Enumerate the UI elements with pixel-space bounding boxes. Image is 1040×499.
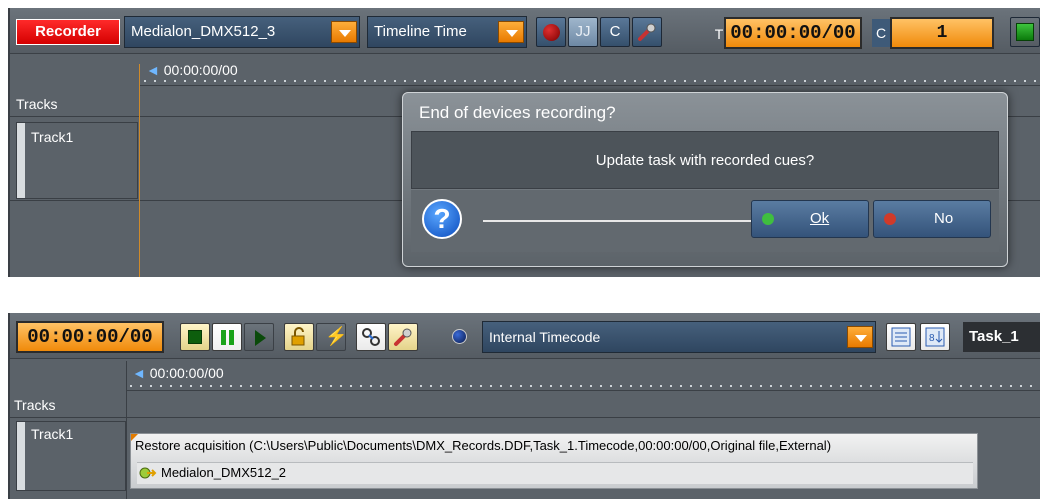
trigger-button[interactable]: ⚡: [316, 323, 348, 351]
end-recording-dialog: End of devices recording? Update task wi…: [402, 92, 1008, 267]
ruler-start-time: ◄ 00:00:00/00: [132, 365, 224, 381]
red-led-icon: [884, 213, 896, 225]
question-icon: ?: [422, 199, 462, 239]
record-button[interactable]: [536, 17, 566, 47]
green-led-icon: [762, 213, 774, 225]
recorder-badge: Recorder: [16, 19, 120, 45]
wrench-icon: [638, 23, 656, 41]
play-button[interactable]: [244, 323, 274, 351]
chevron-down-icon[interactable]: [847, 326, 873, 348]
task-clip[interactable]: Restore acquisition (C:\Users\Public\Doc…: [130, 433, 978, 489]
counter-display: 1: [890, 17, 994, 49]
record-icon: [543, 24, 560, 41]
dialog-divider: [483, 220, 751, 222]
stop-button[interactable]: [180, 323, 210, 351]
device-select[interactable]: Medialon_DMX512_3: [124, 16, 360, 48]
clip-device-row[interactable]: Medialon_DMX512_2: [137, 462, 973, 484]
timecode-source-value: Internal Timecode: [489, 329, 601, 345]
no-label: No: [934, 210, 954, 227]
ruler-ticks: [140, 78, 1040, 84]
connect-button[interactable]: [356, 323, 386, 351]
dmx-device-icon: [139, 467, 157, 479]
track-row[interactable]: Track1: [16, 122, 138, 199]
no-button[interactable]: No: [873, 200, 991, 238]
arrow-left-icon: ◄: [132, 365, 146, 381]
play-icon: [255, 330, 266, 346]
track-handle[interactable]: [17, 422, 25, 490]
wrench-icon: [394, 328, 412, 346]
sort-button[interactable]: 8: [920, 323, 950, 351]
timeline-ruler[interactable]: ◄ 00:00:00/00: [126, 361, 1040, 391]
list-icon: [891, 327, 911, 347]
tracks-header: Tracks: [14, 397, 56, 413]
settings-button[interactable]: [632, 17, 662, 47]
stop-icon: [188, 330, 202, 344]
track-row[interactable]: Track1: [16, 421, 126, 491]
timecode-source-icon: [452, 329, 467, 344]
dialog-title: End of devices recording?: [419, 103, 616, 122]
lightning-icon: ⚡: [325, 326, 348, 346]
task-toolbar: 00:00:00/00 ⚡ Internal Timecode 8 Task_1: [10, 313, 1040, 359]
green-square-icon: [1016, 23, 1034, 41]
ruler-time-label: 00:00:00/00: [149, 365, 224, 381]
chevron-down-icon[interactable]: [331, 21, 357, 43]
task-name: Task_1: [963, 322, 1040, 352]
timecode-display: 00:00:00/00: [724, 17, 862, 49]
chevron-down-icon[interactable]: [498, 21, 524, 43]
ok-button[interactable]: Ok: [751, 200, 869, 238]
ruler-ticks: [126, 383, 1040, 389]
track-handle[interactable]: [17, 123, 25, 198]
ruler-time-label: 00:00:00/00: [163, 62, 238, 78]
device-select-value: Medialon_DMX512_3: [131, 23, 276, 40]
pause-icon: [221, 330, 226, 345]
pause-button[interactable]: [212, 323, 242, 351]
tracks-header: Tracks: [16, 96, 58, 112]
recorder-toolbar: Recorder Medialon_DMX512_3 Timeline Time…: [10, 8, 1040, 54]
time-mode-value: Timeline Time: [374, 23, 467, 40]
sort-icon: 8: [925, 327, 945, 347]
task-timecode-display: 00:00:00/00: [16, 321, 164, 353]
lock-button[interactable]: [284, 323, 314, 351]
playhead-line[interactable]: [139, 64, 140, 277]
settings-button[interactable]: [388, 323, 418, 351]
pause-button[interactable]: JJ: [568, 17, 598, 47]
dialog-message: Update task with recorded cues?: [595, 152, 815, 169]
recorder-panel: Recorder Medialon_DMX512_3 Timeline Time…: [8, 8, 1040, 277]
timeline-ruler[interactable]: ◄ 00:00:00/00: [140, 56, 1040, 86]
counter-prefix: C: [872, 19, 890, 47]
dialog-message-area: Update task with recorded cues?: [411, 131, 999, 189]
ruler-start-time: ◄ 00:00:00/00: [146, 62, 238, 78]
c-button[interactable]: C: [600, 17, 630, 47]
link-icon: [362, 328, 380, 346]
timecode-source-select[interactable]: Internal Timecode: [482, 321, 876, 353]
dialog-button-area: ? Ok No: [411, 190, 999, 252]
divider: [10, 417, 1040, 418]
arrow-left-icon: ◄: [146, 62, 160, 78]
track-name: Track1: [31, 129, 74, 145]
time-mode-select[interactable]: Timeline Time: [367, 16, 527, 48]
task-panel: 00:00:00/00 ⚡ Internal Timecode 8 Task_1…: [8, 313, 1040, 499]
stop-button[interactable]: [1010, 17, 1040, 47]
svg-text:8: 8: [929, 333, 935, 344]
ok-label: Ok: [810, 210, 830, 227]
clip-device-name: Medialon_DMX512_2: [161, 465, 287, 480]
track-separator: [126, 361, 127, 499]
unlock-icon: [291, 327, 305, 346]
list-view-button[interactable]: [886, 323, 916, 351]
clip-title: Restore acquisition (C:\Users\Public\Doc…: [135, 438, 832, 453]
track-name: Track1: [31, 426, 74, 442]
